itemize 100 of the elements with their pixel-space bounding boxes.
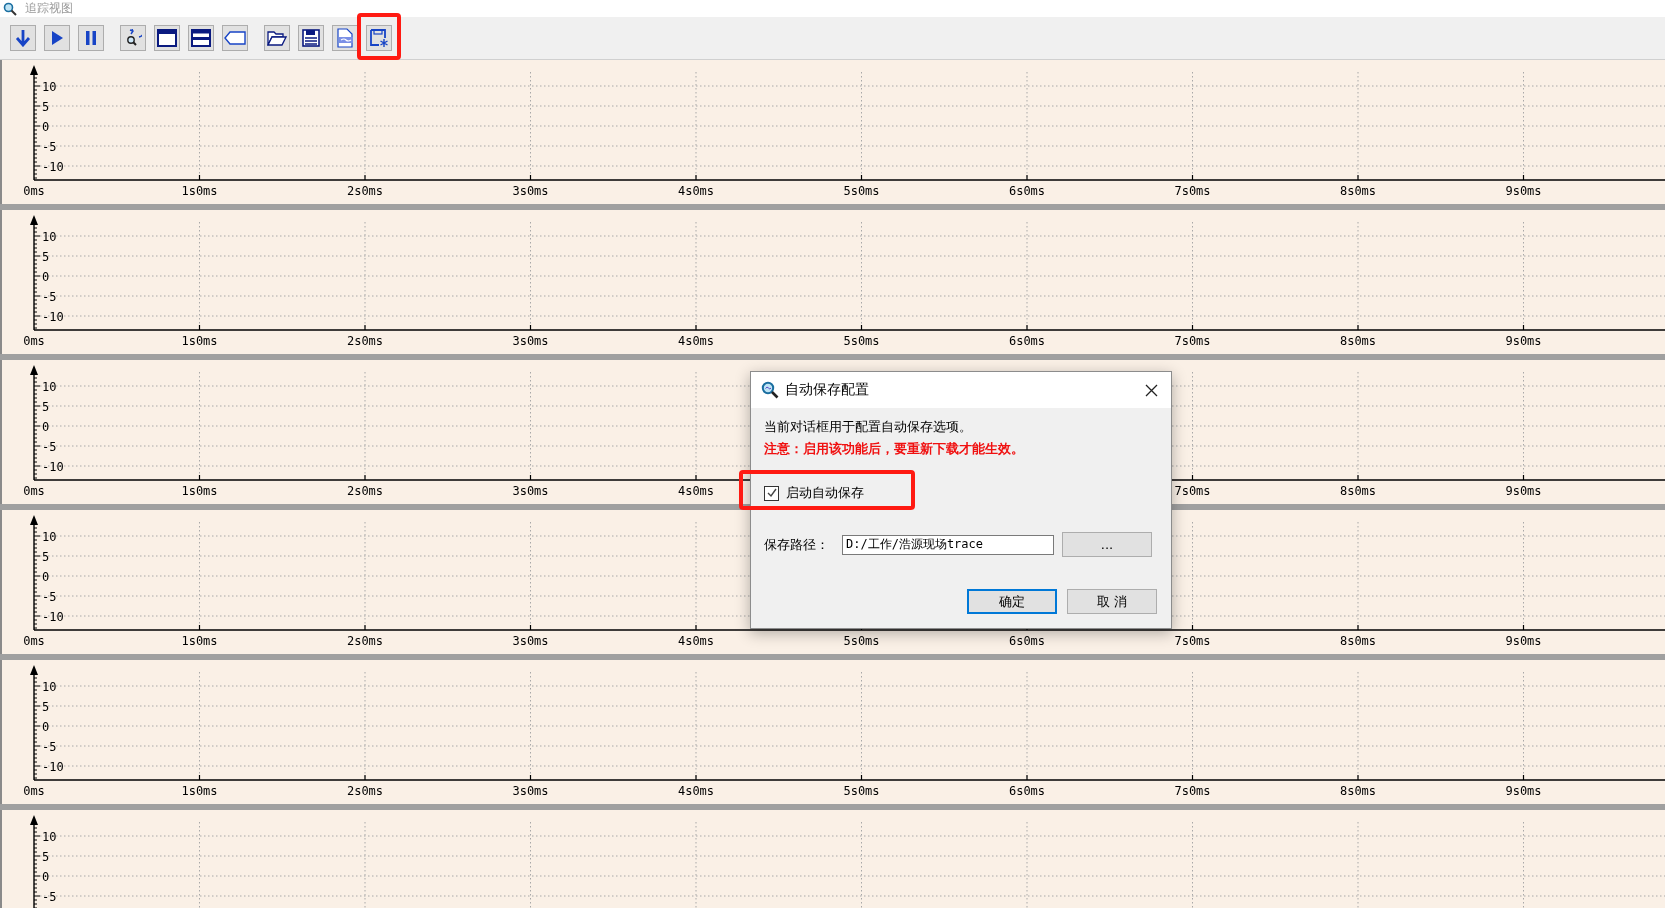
magnifier-icon bbox=[761, 381, 779, 399]
x-tick-label: 1s0ms bbox=[181, 334, 218, 348]
x-tick-label: 5s0ms bbox=[843, 334, 880, 348]
y-tick-label: 5 bbox=[42, 549, 50, 564]
x-tick-label: 5s0ms bbox=[843, 184, 880, 198]
x-tick-label: 0ms bbox=[23, 184, 45, 198]
checkbox[interactable] bbox=[764, 485, 779, 501]
window-icon bbox=[157, 29, 177, 47]
toolbar-button[interactable] bbox=[366, 25, 392, 51]
toolbar-button[interactable] bbox=[188, 25, 214, 51]
x-tick-label: 0ms bbox=[23, 784, 45, 798]
y-tick-label: 10 bbox=[42, 379, 57, 394]
x-tick-label: 1s0ms bbox=[181, 184, 218, 198]
close-icon bbox=[1144, 383, 1158, 397]
x-tick-label: 5s0ms bbox=[843, 634, 880, 648]
x-tick-label: 3s0ms bbox=[512, 634, 549, 648]
y-tick-label: -10 bbox=[42, 759, 64, 774]
y-tick-label: 5 bbox=[42, 849, 50, 864]
y-tick-label: 0 bbox=[42, 419, 50, 434]
y-tick-label: -5 bbox=[42, 889, 57, 904]
y-tick-label: 10 bbox=[42, 829, 57, 844]
y-tick-label: -10 bbox=[42, 309, 64, 324]
document-icon bbox=[336, 28, 354, 48]
y-tick-label: 0 bbox=[42, 119, 50, 134]
x-tick-label: 1s0ms bbox=[181, 784, 218, 798]
x-tick-label: 0ms bbox=[23, 634, 45, 648]
x-tick-label: 6s0ms bbox=[1008, 784, 1046, 798]
x-tick-label: 8s0ms bbox=[1339, 784, 1377, 798]
y-tick-label: 5 bbox=[42, 399, 50, 414]
down-arrow-icon bbox=[15, 29, 31, 47]
x-tick-label: 1s0ms bbox=[181, 484, 218, 498]
toolbar-button[interactable] bbox=[264, 25, 290, 51]
x-tick-label: 3s0ms bbox=[512, 484, 549, 498]
x-tick-label: 5s0ms bbox=[843, 784, 880, 798]
folder-icon bbox=[267, 30, 287, 46]
y-tick-label: 5 bbox=[42, 249, 50, 264]
y-tick-label: -5 bbox=[42, 139, 57, 154]
y-tick-label: 5 bbox=[42, 699, 50, 714]
x-tick-label: 1s0ms bbox=[181, 634, 218, 648]
magnifier-icon bbox=[3, 1, 17, 16]
y-tick-label: 10 bbox=[42, 529, 57, 544]
zoom-icon bbox=[124, 29, 142, 47]
y-tick-label: 10 bbox=[42, 679, 57, 694]
toolbar-button[interactable] bbox=[10, 25, 36, 51]
x-tick-label: 9s0ms bbox=[1505, 784, 1542, 798]
y-tick-label: -5 bbox=[42, 289, 57, 304]
y-tick-label: -10 bbox=[42, 609, 64, 624]
x-tick-label: 4s0ms bbox=[677, 334, 715, 348]
y-tick-label: 0 bbox=[42, 869, 50, 884]
x-tick-label: 6s0ms bbox=[1008, 184, 1046, 198]
x-tick-label: 7s0ms bbox=[1174, 484, 1211, 498]
x-tick-label: 8s0ms bbox=[1339, 634, 1377, 648]
y-tick-label: -5 bbox=[42, 439, 57, 454]
x-tick-label: 3s0ms bbox=[512, 784, 549, 798]
x-tick-label: 6s0ms bbox=[1008, 634, 1046, 648]
x-tick-label: 3s0ms bbox=[512, 334, 549, 348]
y-tick-label: -5 bbox=[42, 739, 57, 754]
path-label: 保存路径： bbox=[764, 535, 830, 554]
dialog-button[interactable]: 取 消 bbox=[1067, 589, 1157, 614]
x-tick-label: 4s0ms bbox=[677, 784, 715, 798]
x-tick-label: 9s0ms bbox=[1505, 184, 1542, 198]
x-tick-label: 4s0ms bbox=[677, 184, 715, 198]
dialog-button[interactable]: 确定 bbox=[967, 589, 1057, 614]
y-tick-label: 10 bbox=[42, 229, 57, 244]
x-tick-label: 0ms bbox=[23, 334, 45, 348]
toolbar-button[interactable] bbox=[120, 25, 146, 51]
x-tick-label: 3s0ms bbox=[512, 184, 549, 198]
toolbar-button[interactable] bbox=[154, 25, 180, 51]
x-tick-label: 2s0ms bbox=[346, 634, 384, 648]
x-tick-label: 8s0ms bbox=[1339, 184, 1377, 198]
toolbar-button[interactable] bbox=[222, 25, 248, 51]
dialog-title: 自动保存配置 bbox=[785, 381, 869, 399]
x-tick-label: 9s0ms bbox=[1505, 634, 1542, 648]
y-tick-label: 0 bbox=[42, 719, 50, 734]
pause-icon bbox=[85, 30, 97, 46]
x-tick-label: 7s0ms bbox=[1174, 634, 1211, 648]
x-tick-label: 2s0ms bbox=[346, 184, 384, 198]
y-tick-label: -10 bbox=[42, 459, 64, 474]
x-tick-label: 8s0ms bbox=[1339, 334, 1377, 348]
x-tick-label: 4s0ms bbox=[677, 634, 715, 648]
browse-button[interactable]: ... bbox=[1062, 532, 1152, 557]
y-tick-label: -10 bbox=[42, 159, 64, 174]
x-tick-label: 9s0ms bbox=[1505, 484, 1542, 498]
window-title: 追踪视图 bbox=[25, 0, 73, 17]
toolbar-button[interactable] bbox=[78, 25, 104, 51]
tag-icon bbox=[224, 31, 246, 45]
autosave-icon bbox=[369, 28, 389, 48]
toolbar-button[interactable] bbox=[44, 25, 70, 51]
x-tick-label: 7s0ms bbox=[1174, 784, 1211, 798]
path-field[interactable]: D:/工作/浩源现场trace bbox=[842, 534, 1054, 555]
y-tick-label: 5 bbox=[42, 99, 50, 114]
y-tick-label: 10 bbox=[42, 79, 57, 94]
toolbar-button[interactable] bbox=[298, 25, 324, 51]
y-tick-label: 0 bbox=[42, 569, 50, 584]
split-window-icon bbox=[191, 29, 211, 47]
y-tick-label: -5 bbox=[42, 589, 57, 604]
x-tick-label: 2s0ms bbox=[346, 334, 384, 348]
play-icon bbox=[50, 30, 64, 46]
x-tick-label: 9s0ms bbox=[1505, 334, 1542, 348]
y-tick-label: 0 bbox=[42, 269, 50, 284]
